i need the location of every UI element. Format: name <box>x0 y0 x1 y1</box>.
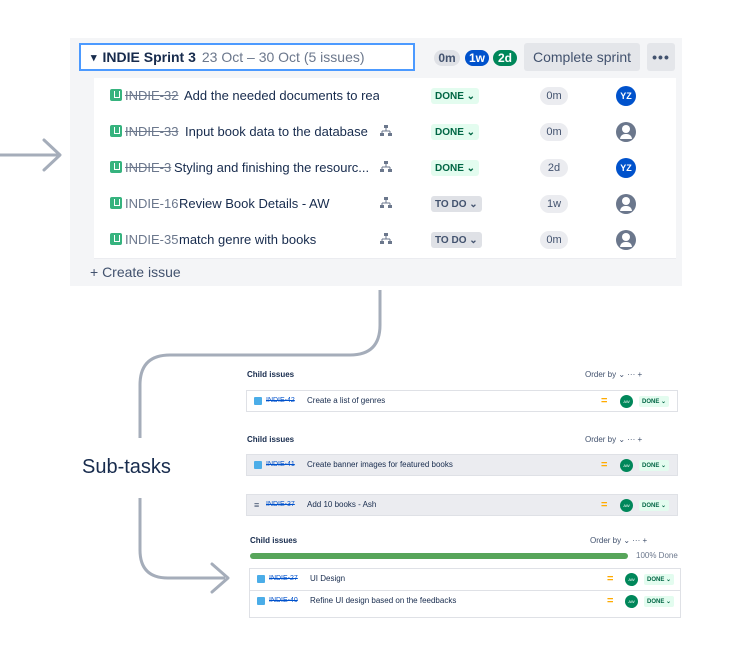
estimate-badge: 1w <box>540 195 568 213</box>
subtask-icon <box>257 597 265 605</box>
issue-row[interactable]: INDIE-16 Review Book Details - AW TO DO … <box>94 186 676 223</box>
more-options-button[interactable]: ••• <box>647 43 675 71</box>
issue-key[interactable]: INDIE-3 <box>125 160 171 175</box>
estimate-done-badge: 2d <box>493 50 517 66</box>
child-issue-row[interactable]: INDIE-42 Create a list of genres = AW DO… <box>246 390 678 412</box>
issue-summary[interactable]: Add 10 books - Ash <box>307 500 376 509</box>
status-dropdown[interactable]: DONE ⌄ <box>639 460 670 471</box>
issue-key[interactable]: INDIE-40 <box>269 597 298 604</box>
issue-key[interactable]: INDIE-33 <box>125 124 178 139</box>
avatar[interactable]: AW <box>625 573 638 586</box>
priority-medium-icon: = <box>607 573 614 585</box>
issue-summary[interactable]: Create banner images for featured books <box>307 460 453 469</box>
status-dropdown[interactable]: TO DO ⌄ <box>431 232 482 248</box>
child-issue-row[interactable]: ≡ INDIE-37 Add 10 books - Ash = AW DONE … <box>246 494 678 516</box>
child-issue-row[interactable]: INDIE-41 Create banner images for featur… <box>246 454 678 476</box>
story-icon <box>110 125 122 137</box>
issue-key[interactable]: INDIE-16 <box>125 196 178 211</box>
child-issue-row[interactable]: INDIE-40 Refine UI design based on the f… <box>249 590 681 618</box>
issue-summary[interactable]: Add the needed documents to rea... <box>184 88 379 103</box>
status-dropdown[interactable]: DONE ⌄ <box>639 396 670 407</box>
estimate-badge: 0m <box>540 87 568 105</box>
issue-key[interactable]: INDIE-35 <box>125 232 178 247</box>
issue-summary[interactable]: UI Design <box>310 574 345 583</box>
drag-handle-icon[interactable]: ≡ <box>254 501 262 510</box>
create-issue-button[interactable]: + Create issue <box>90 264 181 280</box>
status-dropdown[interactable]: DONE ⌄ <box>431 88 480 104</box>
issue-row[interactable]: INDIE-3 Styling and finishing the resour… <box>94 150 676 187</box>
status-dropdown[interactable]: DONE ⌄ <box>431 160 480 176</box>
status-dropdown[interactable]: DONE ⌄ <box>639 500 670 511</box>
issue-row[interactable]: INDIE-35 match genre with books TO DO ⌄ … <box>94 222 676 259</box>
status-dropdown[interactable]: TO DO ⌄ <box>431 196 482 212</box>
child-issues-title: Child issues <box>247 435 295 444</box>
issue-key[interactable]: INDIE-32 <box>125 88 178 103</box>
issue-key[interactable]: INDIE-37 <box>266 501 295 508</box>
story-icon <box>110 233 122 245</box>
subtask-icon <box>254 461 262 469</box>
complete-sprint-button[interactable]: Complete sprint <box>524 43 640 71</box>
story-icon <box>110 89 122 101</box>
child-issues-title: Child issues <box>247 370 295 379</box>
status-dropdown[interactable]: DONE ⌄ <box>644 596 675 607</box>
issue-key[interactable]: INDIE-41 <box>266 461 295 468</box>
issue-row[interactable]: INDIE-33 Input book data to the database… <box>94 114 676 151</box>
connector-curve <box>138 290 382 438</box>
order-by-control[interactable]: Order by ⌄ ··· + <box>585 370 642 379</box>
progress-label: 100% Done <box>636 551 678 560</box>
issue-summary[interactable]: Styling and finishing the resourc... <box>174 160 369 175</box>
issue-summary[interactable]: Input book data to the database <box>185 124 370 139</box>
hierarchy-icon <box>380 197 392 208</box>
avatar[interactable] <box>616 230 636 250</box>
estimate-todo-badge: 0m <box>434 50 460 66</box>
estimate-badge: 0m <box>540 231 568 249</box>
avatar[interactable] <box>616 122 636 142</box>
subtask-icon <box>257 575 265 583</box>
avatar[interactable]: AW <box>620 459 633 472</box>
estimate-badge: 2d <box>540 159 568 177</box>
order-by-control[interactable]: Order by ⌄ ··· + <box>585 435 642 444</box>
progress-bar <box>250 553 628 559</box>
story-icon <box>110 197 122 209</box>
issue-row[interactable]: INDIE-32 Add the needed documents to rea… <box>94 78 676 115</box>
avatar[interactable]: YZ <box>616 86 636 106</box>
estimate-in-progress-badge: 1w <box>465 50 489 66</box>
arrow-right-icon <box>0 138 62 172</box>
issue-key[interactable]: INDIE-42 <box>266 397 295 404</box>
order-by-control[interactable]: Order by ⌄ ··· + <box>590 536 647 545</box>
subtask-icon <box>254 397 262 405</box>
priority-medium-icon: = <box>601 395 608 407</box>
chevron-down-icon[interactable]: ▾ <box>91 51 97 64</box>
hierarchy-icon <box>380 161 392 172</box>
hierarchy-icon <box>380 125 392 136</box>
story-icon <box>110 161 122 173</box>
avatar[interactable] <box>616 194 636 214</box>
issue-summary[interactable]: match genre with books <box>179 232 369 247</box>
subtasks-label: Sub-tasks <box>82 456 171 478</box>
priority-medium-icon: = <box>607 595 614 607</box>
status-dropdown[interactable]: DONE ⌄ <box>431 124 480 140</box>
hierarchy-icon <box>380 233 392 244</box>
issue-key[interactable]: INDIE-27 <box>269 575 298 582</box>
issue-summary[interactable]: Create a list of genres <box>307 396 385 405</box>
priority-medium-icon: = <box>601 499 608 511</box>
sprint-dates: 23 Oct – 30 Oct (5 issues) <box>201 49 365 65</box>
sprint-header[interactable]: ▾ INDIE Sprint 3 23 Oct – 30 Oct (5 issu… <box>79 43 415 71</box>
sprint-name: INDIE Sprint 3 <box>102 49 196 65</box>
estimate-badge: 0m <box>540 123 568 141</box>
issue-summary[interactable]: Refine UI design based on the feedbacks <box>310 596 456 605</box>
avatar[interactable]: YZ <box>616 158 636 178</box>
avatar[interactable]: AW <box>620 499 633 512</box>
status-dropdown[interactable]: DONE ⌄ <box>644 574 675 585</box>
avatar[interactable]: AW <box>620 395 633 408</box>
issue-summary[interactable]: Review Book Details - AW <box>179 196 369 211</box>
priority-medium-icon: = <box>601 459 608 471</box>
avatar[interactable]: AW <box>625 595 638 608</box>
child-issues-title: Child issues <box>250 536 298 545</box>
child-issue-row[interactable]: INDIE-27 UI Design = AW DONE ⌄ <box>249 568 681 590</box>
